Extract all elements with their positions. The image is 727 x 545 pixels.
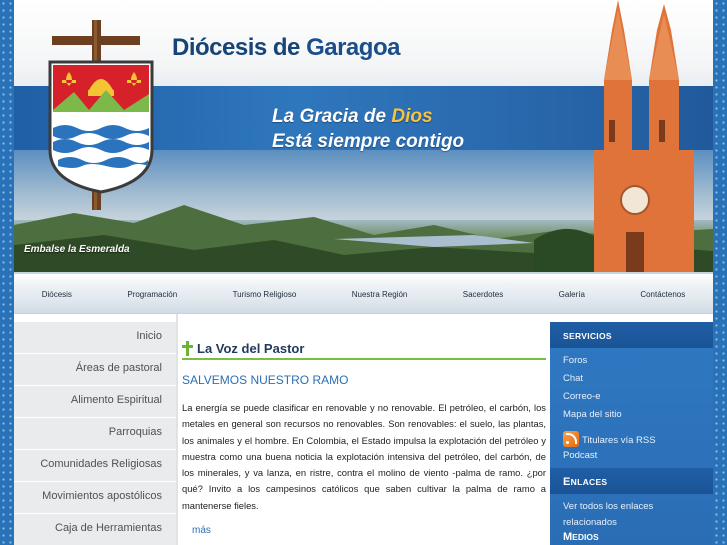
rss-icon (563, 430, 579, 447)
service-link-chat[interactable]: Chat (563, 370, 713, 388)
nav-item-turismo-religioso[interactable]: Turismo Religioso (233, 290, 297, 299)
service-link-mapa-sitio[interactable]: Mapa del sitio (563, 406, 713, 424)
article-body: La energía se puede clasificar en renova… (182, 402, 546, 511)
nav-item-sacerdotes[interactable]: Sacerdotes (463, 290, 503, 299)
menu-item-caja-herramientas[interactable]: Caja de Herramientas (14, 514, 176, 545)
main-article: La Voz del Pastor SALVEMOS NUESTRO RAMO … (182, 340, 546, 536)
services-list: Foros Chat Correo-e Mapa del sitio Titul… (550, 348, 713, 464)
section-title: La Voz del Pastor (197, 340, 305, 356)
menu-item-parroquias[interactable]: Parroquias (14, 418, 176, 450)
menu-item-alimento-espiritual[interactable]: Alimento Espiritual (14, 386, 176, 418)
left-page-margin (0, 0, 14, 545)
article-headline[interactable]: SALVEMOS NUESTRO RAMO (182, 373, 546, 387)
site-title[interactable]: Diócesis de Garagoa (172, 34, 400, 62)
column-divider (176, 314, 178, 545)
links-heading: ENLACES (550, 468, 713, 494)
right-page-margin (713, 0, 727, 545)
header-banner: Diócesis de Garagoa La Gracia de Dios Es… (14, 0, 713, 272)
church-image (534, 0, 694, 272)
services-heading: Servicios (550, 322, 713, 348)
site-tagline: La Gracia de Dios Está siempre contigo (272, 106, 465, 152)
menu-item-areas-pastoral[interactable]: Áreas de pastoral (14, 354, 176, 386)
main-navigation: Diócesis Programación Turismo Religioso … (14, 272, 713, 314)
all-links-link[interactable]: Ver todos los enlaces relacionados (550, 494, 713, 531)
diocese-crest-logo[interactable] (44, 20, 159, 215)
media-heading: MEDIOS (563, 531, 599, 543)
left-sidebar-menu: Inicio Áreas de pastoral Alimento Espiri… (14, 322, 176, 545)
service-link-correo[interactable]: Correo-e (563, 388, 713, 406)
read-more-link[interactable]: más (192, 525, 546, 536)
photo-caption: Embalse la Esmeralda (24, 244, 130, 255)
section-heading: La Voz del Pastor (182, 340, 546, 356)
nav-item-programacion[interactable]: Programación (127, 290, 177, 299)
service-link-foros[interactable]: Foros (563, 352, 713, 370)
right-sidebar: Servicios Foros Chat Correo-e Mapa del s… (550, 322, 713, 545)
menu-item-comunidades-religiosas[interactable]: Comunidades Religiosas (14, 450, 176, 482)
nav-item-galeria[interactable]: Galería (559, 290, 585, 299)
heading-underline (182, 358, 546, 360)
rss-link[interactable]: Titulares vía RSS (563, 427, 713, 450)
rss-label: Titulares vía RSS (582, 435, 656, 446)
nav-item-diocesis[interactable]: Diócesis (42, 290, 72, 299)
nav-item-nuestra-region[interactable]: Nuestra Región (352, 290, 408, 299)
nav-item-contactenos[interactable]: Contáctenos (640, 290, 685, 299)
cross-icon (182, 340, 194, 356)
menu-item-inicio[interactable]: Inicio (14, 322, 176, 354)
podcast-link[interactable]: Podcast (563, 450, 713, 462)
menu-item-movimientos-apostolicos[interactable]: Movimientos apostólicos (14, 482, 176, 514)
